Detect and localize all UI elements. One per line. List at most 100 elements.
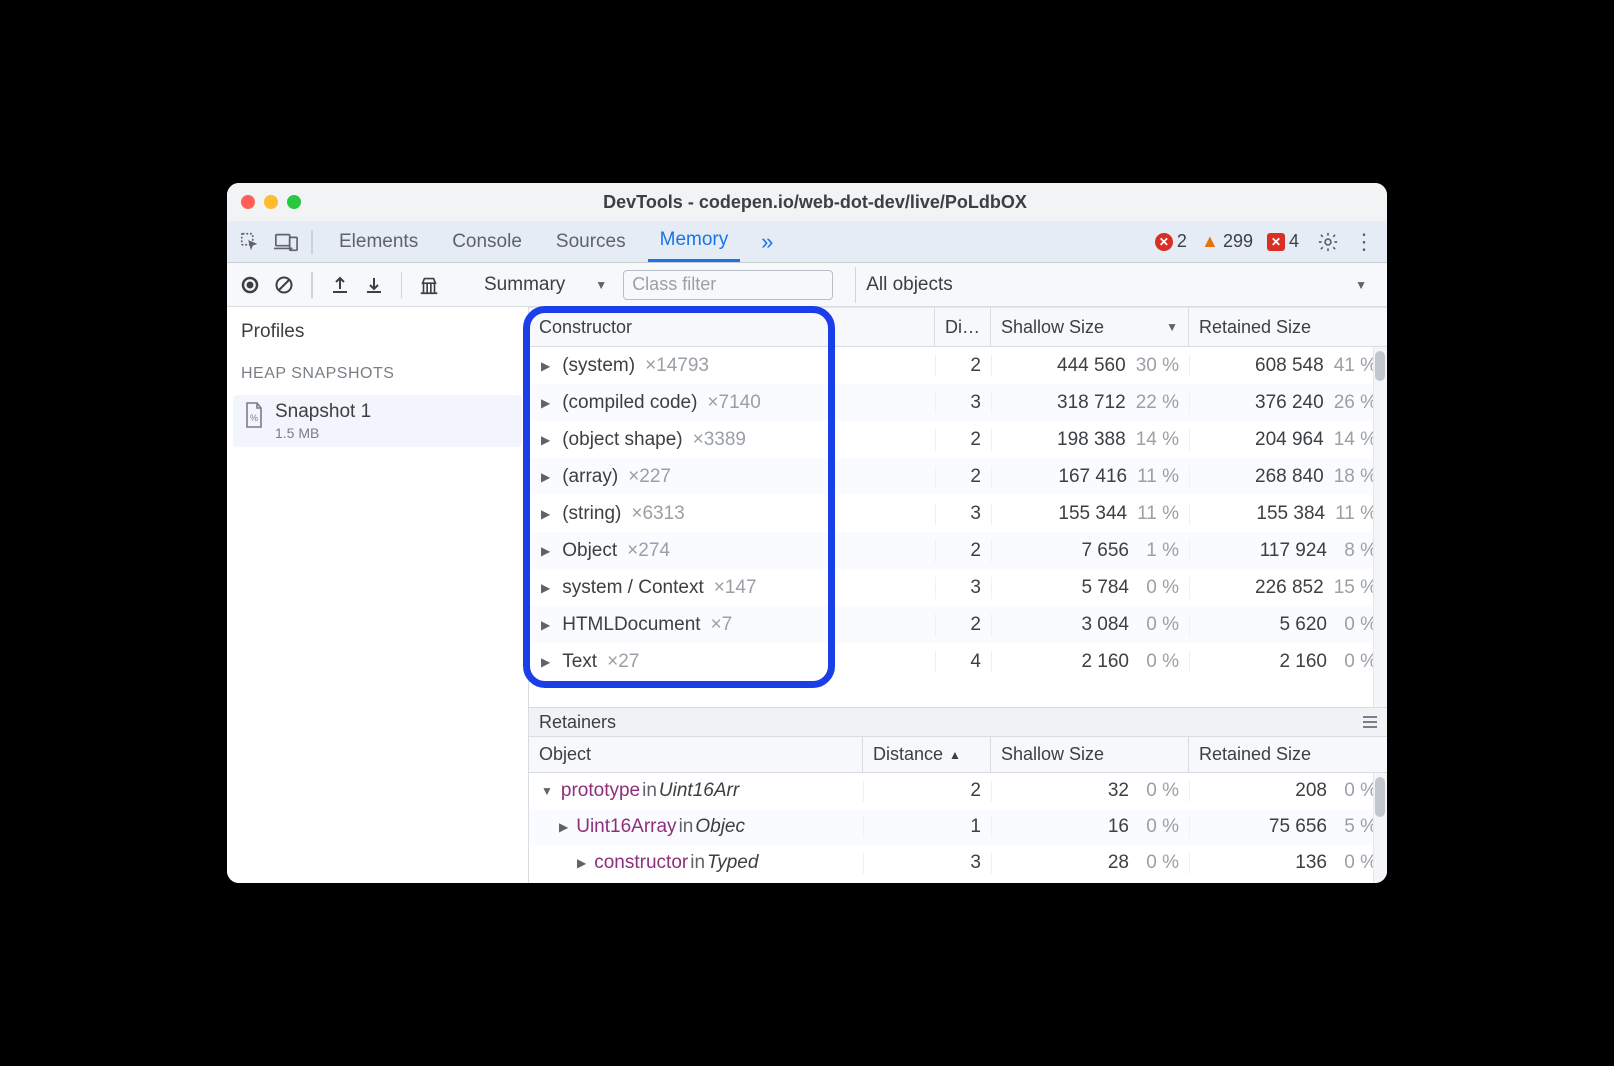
retainers-grid[interactable]: ▼prototype in Uint16Arr2320 %2080 %▶Uint…	[529, 773, 1387, 883]
expand-icon[interactable]: ▶	[541, 544, 550, 558]
expand-icon[interactable]: ▶	[559, 820, 568, 834]
table-row[interactable]: ▶(string)×63133155 34411 %155 38411 %	[529, 495, 1387, 532]
close-window-button[interactable]	[241, 195, 255, 209]
header-distance[interactable]: Di…	[935, 308, 991, 346]
toolbar-divider	[401, 272, 403, 298]
table-row[interactable]: ▶system / Context×14735 7840 %226 85215 …	[529, 569, 1387, 606]
constructor-cell: ▶system / Context×147	[529, 577, 935, 599]
shallow-cell: 2 1600 %	[991, 651, 1189, 673]
window-title: DevTools - codepen.io/web-dot-dev/live/P…	[317, 192, 1373, 213]
constructor-name: (array)	[562, 466, 618, 488]
header-object[interactable]: Object	[529, 737, 863, 772]
device-toolbar-icon[interactable]	[271, 227, 301, 257]
retained-cell: 75 6565 %	[1189, 816, 1387, 838]
tab-memory[interactable]: Memory	[648, 221, 741, 262]
table-row[interactable]: ▶Object×27427 6561 %117 9248 %	[529, 532, 1387, 569]
window-controls	[241, 195, 301, 209]
retainers-title: Retainers	[539, 712, 616, 733]
expand-icon[interactable]: ▶	[577, 856, 586, 870]
class-filter-input[interactable]: Class filter	[623, 270, 833, 300]
scrollbar-track[interactable]	[1373, 773, 1387, 883]
maximize-window-button[interactable]	[287, 195, 301, 209]
table-row[interactable]: ▶(compiled code)×71403318 71222 %376 240…	[529, 384, 1387, 421]
record-icon[interactable]	[237, 272, 263, 298]
tab-elements[interactable]: Elements	[327, 221, 430, 262]
toolbar-divider	[311, 230, 313, 254]
owner-name: Uint16Arr	[659, 780, 739, 802]
svg-text:%: %	[250, 413, 258, 423]
table-row[interactable]: ▶(system)×147932444 56030 %608 54841 %	[529, 347, 1387, 384]
header-shallow-size[interactable]: Shallow Size ▼	[991, 308, 1189, 346]
header-rdistance[interactable]: Distance ▲	[863, 737, 991, 772]
panel-body: Profiles HEAP SNAPSHOTS % Snapshot 1 1.5…	[227, 307, 1387, 883]
save-profile-icon[interactable]	[361, 272, 387, 298]
load-profile-icon[interactable]	[327, 272, 353, 298]
table-row[interactable]: ▶HTMLDocument×723 0840 %5 6200 %	[529, 606, 1387, 643]
table-row[interactable]: ▶constructor in Typed3280 %1360 %	[529, 845, 1387, 881]
shallow-cell: 7 6561 %	[991, 540, 1189, 562]
expand-icon[interactable]: ▶	[541, 655, 550, 669]
tab-sources[interactable]: Sources	[544, 221, 638, 262]
memory-toolbar: Summary ▼ Class filter All objects ▼	[227, 263, 1387, 307]
minimize-window-button[interactable]	[264, 195, 278, 209]
more-tabs-button[interactable]: »	[752, 227, 782, 257]
expand-icon[interactable]: ▶	[541, 359, 550, 373]
distance-cell: 3	[935, 392, 991, 414]
retained-cell: 1360 %	[1189, 852, 1387, 874]
constructor-cell: ▶ (array) ×227	[529, 466, 935, 488]
table-row[interactable]: ▼prototype in Uint16Arr2320 %2080 %	[529, 773, 1387, 809]
inspect-element-icon[interactable]	[235, 227, 265, 257]
header-retained-size[interactable]: Retained Size	[1189, 308, 1387, 346]
expand-icon[interactable]: ▶	[541, 581, 550, 595]
settings-icon[interactable]	[1313, 227, 1343, 257]
scrollbar-thumb[interactable]	[1375, 351, 1385, 381]
table-row[interactable]: ▶Uint16Array in Objec1160 %75 6565 %	[529, 809, 1387, 845]
expand-icon[interactable]: ▼	[541, 784, 553, 798]
error-count[interactable]: ✕ 2	[1155, 231, 1187, 252]
constructor-cell: ▶ (system) ×14793	[529, 355, 935, 377]
constructor-name: (system)	[562, 355, 635, 377]
table-row[interactable]: ▶(array)×2272167 41611 %268 84018 %	[529, 458, 1387, 495]
sort-desc-icon: ▼	[1166, 320, 1178, 334]
expand-icon[interactable]: ▶	[541, 470, 550, 484]
perspective-select[interactable]: Summary ▼	[476, 271, 615, 299]
instance-count: ×27	[607, 651, 639, 673]
header-constructor[interactable]: Constructor	[529, 308, 935, 346]
table-row[interactable]: ▶Text×2742 1600 %2 1600 %	[529, 643, 1387, 680]
shallow-cell: 280 %	[991, 852, 1189, 874]
expand-icon[interactable]: ▶	[541, 507, 550, 521]
profiles-sidebar: Profiles HEAP SNAPSHOTS % Snapshot 1 1.5…	[227, 307, 529, 883]
distance-cell: 2	[935, 614, 991, 636]
header-rshallow[interactable]: Shallow Size	[991, 737, 1189, 772]
instance-count: ×14793	[645, 355, 709, 377]
distance-cell: 2	[935, 355, 991, 377]
distance-cell: 2	[935, 429, 991, 451]
constructor-name: Text	[562, 651, 597, 673]
clear-icon[interactable]	[271, 272, 297, 298]
expand-icon[interactable]: ▶	[541, 433, 550, 447]
tab-console[interactable]: Console	[440, 221, 534, 262]
retained-cell: 268 84018 %	[1189, 466, 1387, 488]
instance-count: ×227	[628, 466, 671, 488]
expand-icon[interactable]: ▶	[541, 618, 550, 632]
snapshot-item[interactable]: % Snapshot 1 1.5 MB	[233, 395, 522, 447]
retained-cell: 2080 %	[1189, 780, 1387, 802]
more-options-icon[interactable]: ⋮	[1349, 227, 1379, 257]
scrollbar-thumb[interactable]	[1375, 777, 1385, 817]
issue-count[interactable]: ✕ 4	[1267, 231, 1299, 252]
warning-count[interactable]: ▲ 299	[1201, 231, 1253, 252]
constructors-grid[interactable]: ▶(system)×147932444 56030 %608 54841 %▶(…	[529, 347, 1387, 707]
object-cell: ▼prototype in Uint16Arr	[529, 780, 863, 802]
objects-scope-select[interactable]: All objects ▼	[855, 267, 1377, 303]
header-rretained[interactable]: Retained Size	[1189, 737, 1387, 772]
constructor-name: HTMLDocument	[562, 614, 700, 636]
object-cell: ▶Uint16Array in Objec	[529, 816, 863, 838]
expand-icon[interactable]: ▶	[541, 396, 550, 410]
owner-name: Objec	[695, 816, 745, 838]
shallow-cell: 5 7840 %	[991, 577, 1189, 599]
retainers-menu-icon[interactable]	[1363, 716, 1377, 728]
scrollbar-track[interactable]	[1373, 347, 1387, 707]
constructor-cell: ▶ Text ×27	[529, 651, 935, 673]
table-row[interactable]: ▶(object shape)×33892198 38814 %204 9641…	[529, 421, 1387, 458]
collect-garbage-icon[interactable]	[416, 272, 442, 298]
